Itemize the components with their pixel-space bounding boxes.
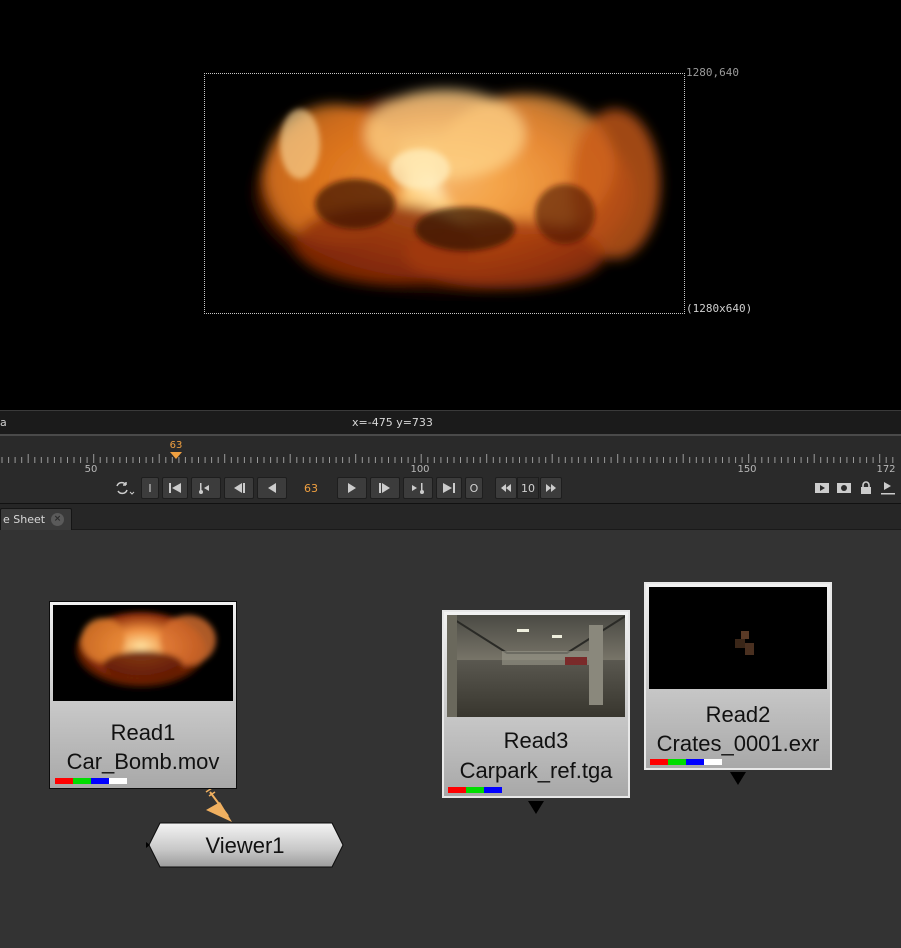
node-read2-file: Crates_0001.exr bbox=[656, 731, 820, 756]
capture-button[interactable] bbox=[835, 477, 853, 499]
step-back-icon bbox=[234, 483, 245, 493]
node-viewer1[interactable]: Viewer1 bbox=[146, 822, 344, 868]
go-to-end-button[interactable] bbox=[436, 477, 462, 499]
explosion-image bbox=[255, 89, 660, 294]
current-frame-field[interactable]: 63 bbox=[289, 477, 333, 499]
channel-chips bbox=[448, 787, 502, 793]
format-label-bottom-right: (1280x640) bbox=[686, 302, 753, 315]
chip-red bbox=[448, 787, 466, 793]
out-point-label: O bbox=[469, 481, 479, 495]
skip-to-end-icon bbox=[443, 483, 455, 493]
node-viewer1-name: Viewer1 bbox=[205, 833, 285, 858]
playback-controls: I 63 O 10 bbox=[0, 476, 901, 504]
viewer-image-frame[interactable] bbox=[204, 73, 685, 314]
chip-red bbox=[55, 778, 73, 784]
format-label-top-right: 1280,640 bbox=[686, 66, 739, 79]
play-forward-button[interactable] bbox=[337, 477, 367, 499]
rewind-icon bbox=[501, 484, 511, 492]
loop-mode-icon bbox=[116, 481, 135, 495]
chip-green bbox=[73, 778, 91, 784]
panel-tab-bar: e Sheet × bbox=[0, 504, 901, 530]
tick-label-100: 100 bbox=[410, 464, 430, 475]
crates-thumbnail-image bbox=[649, 587, 827, 689]
node-read2[interactable]: Read2 Crates_0001.exr bbox=[644, 582, 832, 770]
previous-frame-button[interactable] bbox=[224, 477, 254, 499]
tick-label-50: 50 bbox=[84, 464, 98, 475]
play-backward-button[interactable] bbox=[257, 477, 287, 499]
tick-label-150: 150 bbox=[737, 464, 757, 475]
node-read3-name: Read3 bbox=[503, 728, 569, 753]
node-read1-name: Read1 bbox=[110, 720, 176, 745]
explosion-thumbnail-image bbox=[76, 612, 216, 688]
play-backward-icon bbox=[268, 483, 276, 493]
current-frame-marker-label: 63 bbox=[169, 440, 183, 451]
chip-alpha bbox=[109, 778, 127, 784]
playback-range-button[interactable] bbox=[879, 477, 897, 499]
set-in-point-button[interactable]: I bbox=[141, 477, 159, 499]
skip-to-start-icon bbox=[169, 483, 181, 493]
next-keyframe-button[interactable] bbox=[403, 477, 433, 499]
lock-button[interactable] bbox=[857, 477, 875, 499]
previous-keyframe-icon bbox=[199, 483, 209, 494]
nuke-window: 1280,640 (1280x640) a x=-475 y=733 63 50… bbox=[0, 0, 901, 948]
tab-node-graph-label: e Sheet bbox=[3, 513, 46, 526]
close-icon[interactable]: × bbox=[51, 513, 65, 526]
chip-green bbox=[668, 759, 686, 765]
read1-thumbnail bbox=[53, 605, 233, 701]
flipbook-icon bbox=[815, 483, 829, 493]
fast-forward-icon bbox=[546, 484, 556, 492]
timeline-ticks bbox=[1, 454, 894, 463]
set-out-point-button[interactable]: O bbox=[465, 477, 483, 499]
cursor-coordinates: x=-475 y=733 bbox=[352, 416, 433, 429]
read2-output-arrow-icon[interactable] bbox=[730, 772, 746, 785]
node-graph-canvas[interactable]: Read1 Car_Bomb.mov Read3 Carpark_ref.tga… bbox=[0, 530, 901, 948]
range-icon bbox=[881, 482, 895, 495]
flipbook-button[interactable] bbox=[813, 477, 831, 499]
skip-back-increment-button[interactable] bbox=[495, 477, 517, 499]
connection-arrow-icon bbox=[206, 802, 232, 822]
read3-output-arrow-icon[interactable] bbox=[528, 801, 544, 814]
tab-node-graph[interactable]: e Sheet × bbox=[0, 508, 72, 530]
chip-red bbox=[650, 759, 668, 765]
timeline-slider[interactable]: 63 50 100 150 172 bbox=[0, 434, 901, 476]
channel-chips bbox=[650, 759, 722, 765]
play-forward-icon bbox=[348, 483, 356, 493]
previous-keyframe-button[interactable] bbox=[191, 477, 221, 499]
go-to-start-button[interactable] bbox=[162, 477, 188, 499]
channel-chips bbox=[55, 778, 127, 784]
capture-icon bbox=[837, 483, 851, 493]
chip-blue bbox=[686, 759, 704, 765]
lock-icon bbox=[861, 481, 871, 494]
chip-blue bbox=[91, 778, 109, 784]
node-read2-name: Read2 bbox=[705, 702, 771, 727]
frame-increment-field[interactable]: 10 bbox=[517, 477, 539, 499]
node-read3-file: Carpark_ref.tga bbox=[459, 758, 613, 783]
skip-forward-increment-button[interactable] bbox=[540, 477, 562, 499]
carpark-thumbnail-image bbox=[447, 615, 625, 717]
next-keyframe-icon bbox=[412, 483, 424, 494]
chip-blue bbox=[484, 787, 502, 793]
playhead-icon[interactable] bbox=[170, 452, 182, 459]
info-channel-text: a bbox=[0, 416, 7, 429]
chip-alpha bbox=[704, 759, 722, 765]
step-forward-icon bbox=[379, 483, 390, 493]
node-read3[interactable]: Read3 Carpark_ref.tga bbox=[442, 610, 630, 798]
read3-thumbnail bbox=[447, 615, 625, 717]
playback-mode-button[interactable] bbox=[112, 477, 136, 499]
chip-green bbox=[466, 787, 484, 793]
tick-label-172: 172 bbox=[876, 464, 896, 475]
node-read1-file: Car_Bomb.mov bbox=[66, 749, 220, 774]
in-point-label: I bbox=[148, 481, 152, 495]
read2-thumbnail bbox=[649, 587, 827, 689]
viewer-info-bar: a x=-475 y=733 bbox=[0, 410, 901, 434]
next-frame-button[interactable] bbox=[370, 477, 400, 499]
node-read1[interactable]: Read1 Car_Bomb.mov bbox=[49, 601, 237, 789]
viewer-panel[interactable]: 1280,640 (1280x640) bbox=[0, 0, 901, 410]
